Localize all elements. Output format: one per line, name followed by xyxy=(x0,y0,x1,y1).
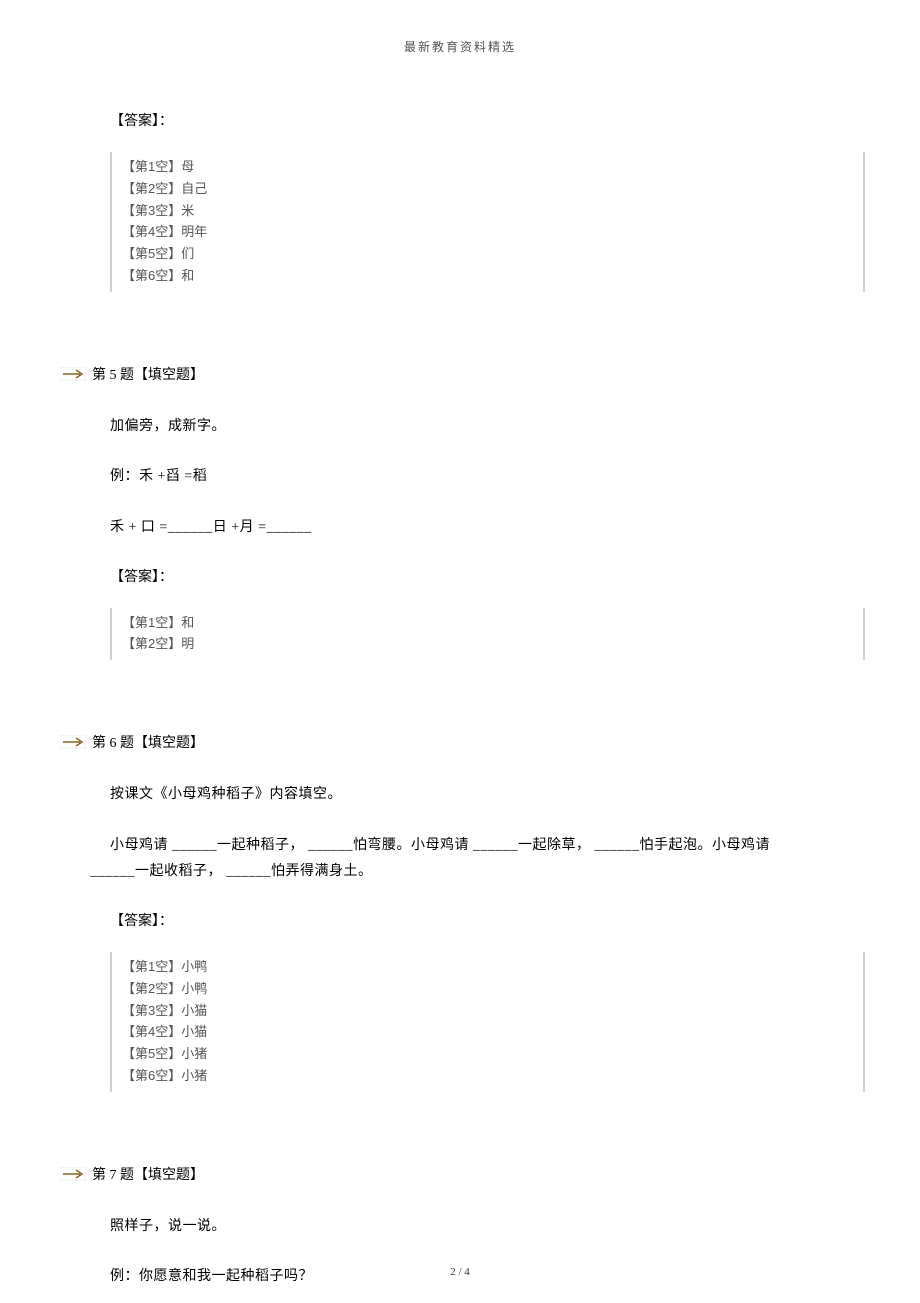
q6-prefix: 第 xyxy=(92,736,106,751)
q5-title: 第 5 题【填空题】 xyxy=(92,364,204,384)
q4-ans-2: 【第2空】自己 xyxy=(122,179,853,200)
q6-ans-1: 【第1空】小鸭 xyxy=(122,957,853,978)
footer-total: 4 xyxy=(464,1266,470,1278)
page-footer: 2 / 4 xyxy=(0,1266,920,1278)
q6-header: 第 6 题【填空题】 xyxy=(60,732,880,752)
q6-answer-label: 【答案】： xyxy=(110,910,880,930)
q4-answer-box: 【第1空】母 【第2空】自己 【第3空】米 【第4空】明年 【第5空】们 【第6… xyxy=(110,152,865,292)
q5-line3: 禾 + 口 =______日 +月 =______ xyxy=(110,515,880,542)
page-content: 【答案】： 【第1空】母 【第2空】自己 【第3空】米 【第4空】明年 【第5空… xyxy=(60,110,880,1291)
q5-ans-1: 【第1空】和 xyxy=(122,613,853,634)
q6-ans-3: 【第3空】小猫 xyxy=(122,1001,853,1022)
q5-ans-2: 【第2空】明 xyxy=(122,634,853,655)
q5-line1: 加偏旁，成新字。 xyxy=(110,414,880,441)
q6-ans-5: 【第5空】小猪 xyxy=(122,1044,853,1065)
arrow-icon xyxy=(60,367,86,381)
q6-ans-6: 【第6空】小猪 xyxy=(122,1066,853,1087)
q6-num: 6 xyxy=(110,736,117,751)
q4-ans-5: 【第5空】们 xyxy=(122,244,853,265)
q5-prefix: 第 xyxy=(92,368,106,383)
q4-ans-1: 【第1空】母 xyxy=(122,157,853,178)
q6-line2b: ______一起收稻子， ______怕弄得满身土。 xyxy=(90,859,880,886)
q6-title: 第 6 题【填空题】 xyxy=(92,732,204,752)
q4-ans-4: 【第4空】明年 xyxy=(122,222,853,243)
q7-suffix: 题【填空题】 xyxy=(120,1168,204,1183)
q6-suffix: 题【填空题】 xyxy=(120,736,204,751)
q6-ans-4: 【第4空】小猫 xyxy=(122,1022,853,1043)
q7-num: 7 xyxy=(110,1168,117,1183)
q5-suffix: 题【填空题】 xyxy=(120,368,204,383)
q7-header: 第 7 题【填空题】 xyxy=(60,1164,880,1184)
q5-answer-box: 【第1空】和 【第2空】明 xyxy=(110,608,865,661)
q4-ans-3: 【第3空】米 xyxy=(122,201,853,222)
footer-sep: / xyxy=(456,1266,465,1278)
q5-num: 5 xyxy=(110,368,117,383)
q7-prefix: 第 xyxy=(92,1168,106,1183)
arrow-icon xyxy=(60,1167,86,1181)
q7-line1: 照样子，说一说。 xyxy=(110,1214,880,1241)
header-title: 最新教育资料精选 xyxy=(404,40,516,54)
q7-title: 第 7 题【填空题】 xyxy=(92,1164,204,1184)
q6-line2a: 小母鸡请 ______一起种稻子， ______怕弯腰。小母鸡请 ______一… xyxy=(110,833,880,860)
q4-answer-label: 【答案】： xyxy=(110,110,880,130)
q5-answer-label: 【答案】： xyxy=(110,566,880,586)
q6-answer-box: 【第1空】小鸭 【第2空】小鸭 【第3空】小猫 【第4空】小猫 【第5空】小猪 … xyxy=(110,952,865,1092)
q5-header: 第 5 题【填空题】 xyxy=(60,364,880,384)
q4-ans-6: 【第6空】和 xyxy=(122,266,853,287)
q6-line1: 按课文《小母鸡种稻子》内容填空。 xyxy=(110,782,880,809)
arrow-icon xyxy=(60,735,86,749)
q5-line2: 例：禾 +舀 =稻 xyxy=(110,464,880,491)
page-header: 最新教育资料精选 xyxy=(0,38,920,55)
q6-ans-2: 【第2空】小鸭 xyxy=(122,979,853,1000)
